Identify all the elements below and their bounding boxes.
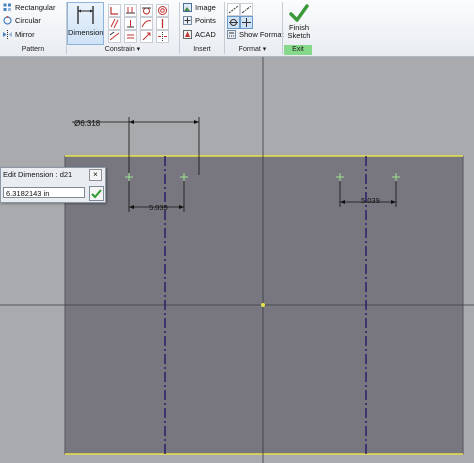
image-icon xyxy=(183,3,192,12)
exit-panel-label: Exit xyxy=(284,45,312,55)
pattern-panel-label: Pattern xyxy=(21,46,45,53)
checkmark-icon xyxy=(91,189,102,199)
points-button[interactable]: Points xyxy=(183,16,216,25)
acad-label: ACAD xyxy=(195,30,216,39)
show-format-button[interactable]: Show Format xyxy=(227,30,284,39)
format-panel-label: Format ▾ xyxy=(238,46,267,53)
dimension-value-input[interactable]: 6.3182143 in xyxy=(3,187,85,198)
driven-dimension-icon[interactable] xyxy=(240,16,253,29)
dialog-title: Edit Dimension : d21 xyxy=(3,170,73,179)
left-dim-text: 5.039 xyxy=(149,203,168,212)
equal-constraint-icon[interactable] xyxy=(124,30,137,43)
rectangular-pattern-button[interactable]: Rectangular xyxy=(3,3,55,12)
circular-pattern-label: Circular xyxy=(15,16,41,25)
image-button[interactable]: Image xyxy=(183,3,216,12)
edit-dimension-dialog: Edit Dimension : d21 × 6.3182143 in xyxy=(0,167,106,203)
acad-button[interactable]: ACAD xyxy=(183,30,216,39)
acad-icon xyxy=(183,30,192,39)
dimension-button[interactable]: Dimension xyxy=(67,2,104,45)
panel-separator xyxy=(282,2,283,54)
sketch-label: Sketch xyxy=(287,31,311,40)
mirror-label: Mirror xyxy=(15,30,35,39)
collinear-constraint-icon[interactable] xyxy=(108,30,121,43)
center-point-icon[interactable] xyxy=(227,16,240,29)
points-label: Points xyxy=(195,16,216,25)
concentric-constraint-icon[interactable] xyxy=(156,4,169,17)
dimension-label: Dimension xyxy=(68,28,104,37)
show-format-icon xyxy=(227,30,236,39)
origin-point xyxy=(261,303,265,307)
circular-pattern-icon xyxy=(3,16,12,25)
close-icon[interactable]: × xyxy=(89,169,102,181)
constrain-panel-label: Constrain ▾ xyxy=(104,46,141,53)
insert-panel-label: Insert xyxy=(193,46,211,53)
image-label: Image xyxy=(195,3,216,12)
finish-sketch-button[interactable]: Finish Sketch xyxy=(284,2,314,43)
accept-button[interactable] xyxy=(89,186,104,201)
tangent-constraint-icon[interactable] xyxy=(140,4,153,17)
sketch-graphics: Ø6.318 5.039 5.039 xyxy=(0,57,474,463)
smooth-constraint-icon[interactable] xyxy=(140,17,153,30)
ribbon: Rectangular Circular Mirror Pattern Dime… xyxy=(0,0,474,57)
points-icon xyxy=(183,16,192,25)
coincident-constraint-icon[interactable] xyxy=(108,4,121,17)
dimension-icon xyxy=(77,6,94,24)
mirror-button[interactable]: Mirror xyxy=(3,30,35,39)
rectangular-pattern-label: Rectangular xyxy=(15,3,56,12)
construction-icon[interactable] xyxy=(227,3,240,16)
circular-pattern-button[interactable]: Circular xyxy=(3,16,41,25)
centerline-icon[interactable] xyxy=(240,3,253,16)
vertical-constraint-icon[interactable] xyxy=(156,17,169,30)
checkmark-icon xyxy=(289,4,309,22)
fix-constraint-icon[interactable] xyxy=(140,30,153,43)
right-dim-text: 5.039 xyxy=(361,196,380,205)
symmetric-constraint-icon[interactable] xyxy=(156,30,169,43)
rectangular-pattern-icon xyxy=(3,3,11,11)
perpendicular-constraint-icon[interactable] xyxy=(124,17,137,30)
diameter-dim-text: Ø6.318 xyxy=(74,119,101,128)
sketch-canvas[interactable]: Ø6.318 5.039 5.039 Edit Dimension: d21 … xyxy=(0,57,474,463)
parallel-constraint-icon[interactable] xyxy=(108,17,121,30)
mirror-icon xyxy=(3,30,12,39)
show-format-label: Show Format xyxy=(239,30,284,39)
horizontal-constraint-icon[interactable] xyxy=(124,4,137,17)
